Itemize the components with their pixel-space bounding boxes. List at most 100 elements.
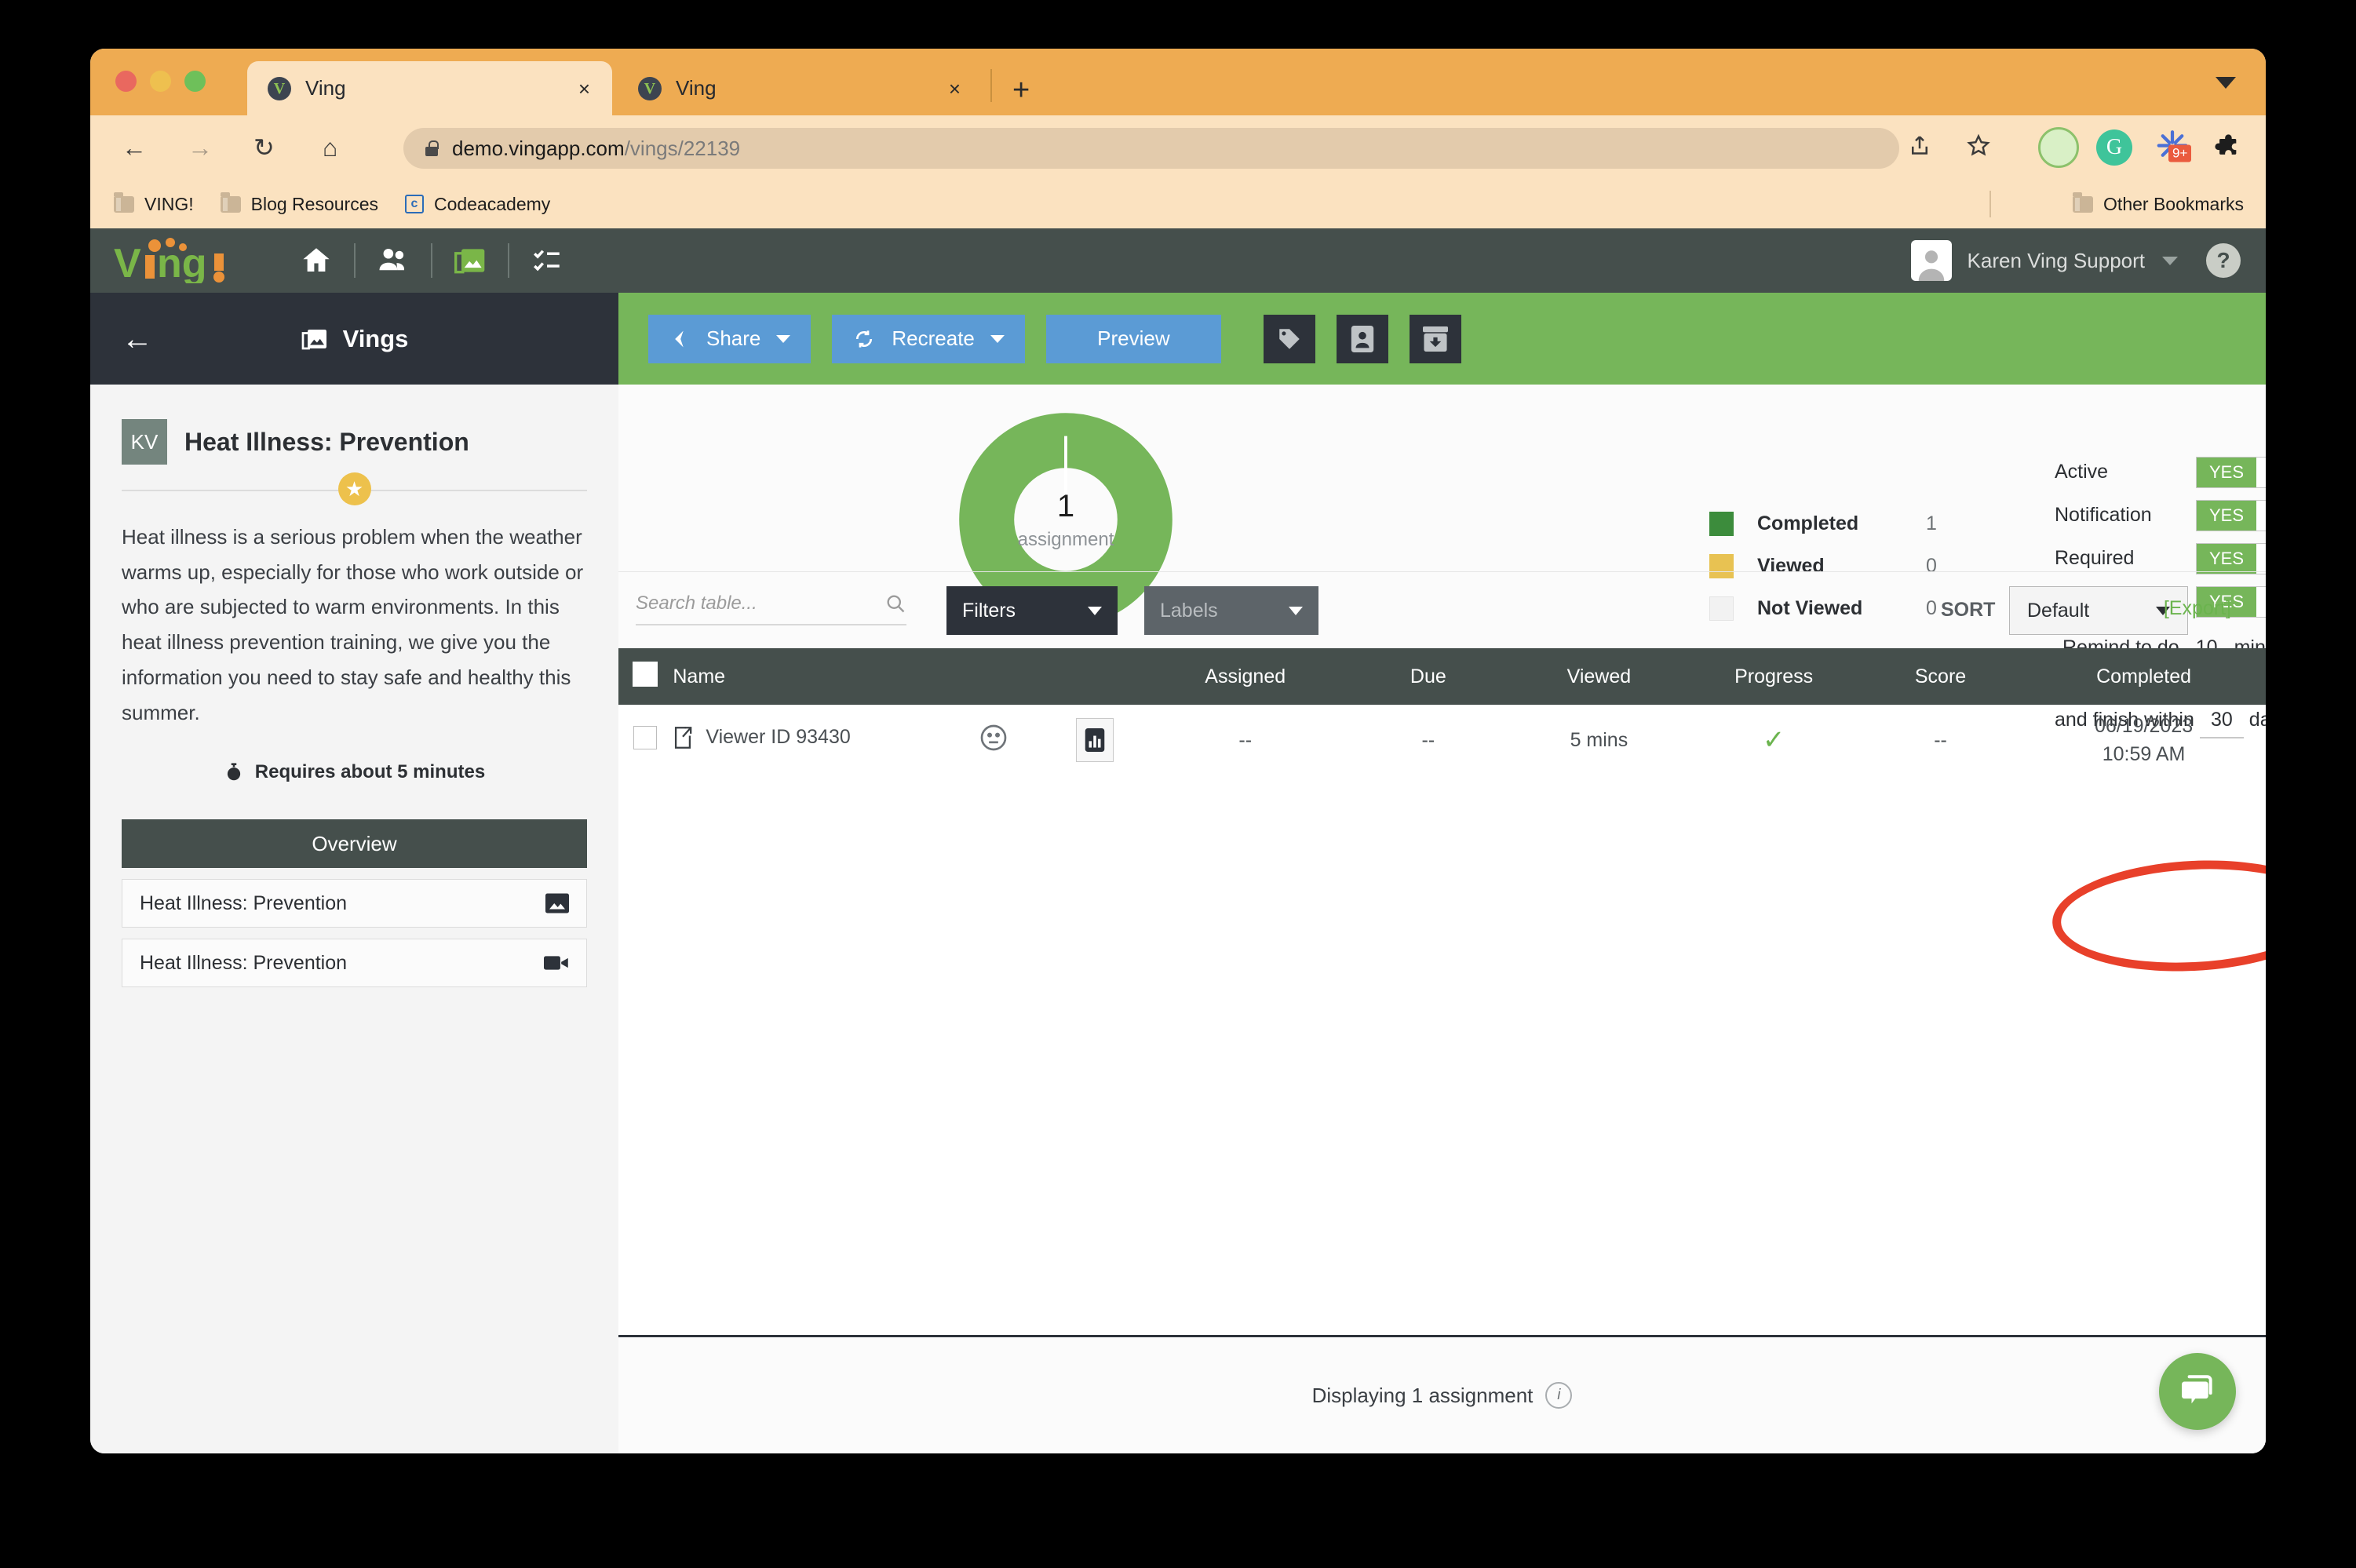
url-domain: demo.vingapp.com	[452, 136, 625, 160]
col-name[interactable]: Name	[672, 648, 941, 705]
address-bar[interactable]: demo.vingapp.com/vings/22139	[403, 128, 1899, 169]
nav-home-button[interactable]	[279, 244, 354, 277]
notification-toggle[interactable]: YES	[2196, 499, 2266, 531]
nav-people-button[interactable]	[356, 244, 431, 277]
setting-label: Active	[2055, 461, 2109, 483]
sidebar-item-slide-2[interactable]: Heat Illness: Prevention	[122, 939, 587, 988]
toggle-value: YES	[2197, 500, 2256, 531]
col-assigned[interactable]: Assigned	[1143, 648, 1348, 705]
table-row[interactable]: Viewer ID 93430 -- -- 5 mins ✓ -- 06/19/…	[618, 705, 2266, 775]
row-completed-time: 10:59 AM	[2102, 743, 2186, 765]
bookmark-blog-resources[interactable]: Blog Resources	[220, 191, 378, 215]
browser-tab-1[interactable]: V Ving ×	[247, 61, 612, 115]
grammar-bug-icon[interactable]	[2038, 127, 2079, 168]
select-all-checkbox[interactable]	[633, 661, 658, 687]
maximize-window-button[interactable]	[184, 71, 206, 92]
recreate-button[interactable]: Recreate	[832, 314, 1025, 363]
filters-dropdown[interactable]: Filters	[946, 586, 1118, 635]
user-menu[interactable]: Karen Ving Support	[1910, 240, 2178, 281]
action-toolbar: Share Recreate Preview	[618, 293, 2266, 385]
bookmark-star-icon[interactable]	[1966, 133, 1991, 162]
contacts-button[interactable]	[1336, 314, 1388, 363]
share-icon	[675, 330, 684, 347]
browser-tab-1-title: Ving	[305, 76, 346, 100]
legend-value: 1	[1926, 512, 1937, 534]
overview-tab[interactable]: Overview	[122, 819, 587, 869]
puzzle-extensions-icon[interactable]	[2214, 133, 2241, 163]
sort-select[interactable]: Default	[2009, 586, 2188, 635]
col-completed[interactable]: Completed	[2022, 648, 2266, 705]
grammarly-icon[interactable]: G	[2096, 129, 2132, 166]
sort-label: SORT	[1941, 599, 1996, 621]
row-completed: 06/19/2023 10:59 AM	[2022, 705, 2266, 775]
col-score[interactable]: Score	[1858, 648, 2022, 705]
help-button[interactable]: ?	[2206, 243, 2241, 278]
close-window-button[interactable]	[115, 71, 137, 92]
required-toggle[interactable]: YES	[2196, 542, 2266, 574]
chevron-down-icon[interactable]	[990, 334, 1005, 343]
bookmark-codeacademy[interactable]: c Codeacademy	[404, 193, 551, 215]
chevron-down-icon[interactable]	[2162, 256, 2178, 265]
folder-icon	[2073, 191, 2094, 213]
forward-button[interactable]: →	[188, 135, 213, 160]
owner-initials-badge: KV	[122, 419, 167, 465]
row-checkbox[interactable]	[633, 725, 658, 749]
tab-divider	[990, 69, 992, 102]
col-progress[interactable]: Progress	[1688, 648, 1859, 705]
labels-dropdown[interactable]: Labels	[1144, 586, 1318, 635]
bookmark-ving[interactable]: VING!	[114, 191, 194, 215]
bookmark-label: Codeacademy	[433, 193, 551, 214]
export-link[interactable]: [Export]	[2164, 597, 2231, 620]
row-completed-date: 06/19/2023	[2095, 714, 2194, 737]
people-icon	[379, 248, 404, 271]
table-header-row: Name Assigned Due Viewed Progress Score …	[618, 648, 2266, 705]
sidebar-item-slide-1[interactable]: Heat Illness: Prevention	[122, 879, 587, 928]
chevron-down-icon[interactable]	[776, 334, 791, 343]
preview-button[interactable]: Preview	[1045, 314, 1221, 363]
other-bookmarks-button[interactable]: Other Bookmarks	[2073, 191, 2244, 215]
svg-text:V: V	[114, 241, 141, 283]
svg-text:ng: ng	[157, 241, 207, 283]
row-stats-button[interactable]	[1076, 718, 1114, 762]
info-icon[interactable]: i	[1545, 1382, 1573, 1409]
chat-button[interactable]	[2159, 1353, 2236, 1430]
col-viewed[interactable]: Viewed	[1509, 648, 1689, 705]
app-header: V ng Karen Ving Support ?	[90, 228, 2266, 293]
share-button[interactable]: Share	[648, 314, 811, 363]
chat-bubble-icon	[2182, 1375, 2212, 1404]
active-toggle[interactable]: YES	[2196, 456, 2266, 488]
codeacademy-icon: c	[404, 195, 424, 213]
avatar	[1910, 240, 1952, 281]
home-button[interactable]: ⌂	[323, 135, 337, 160]
chevron-down-icon	[1088, 606, 1102, 615]
tags-button[interactable]	[1263, 314, 1315, 363]
back-button[interactable]: ←	[122, 135, 147, 160]
row-mood-cell	[940, 705, 1046, 775]
ving-logo[interactable]: V ng	[114, 238, 232, 283]
search-input[interactable]: Search table...	[636, 593, 906, 625]
browser-tab-2[interactable]: V Ving ×	[618, 61, 983, 115]
legend-label: Completed	[1757, 512, 1859, 534]
minimize-window-button[interactable]	[150, 71, 171, 92]
notifications-icon[interactable]: 9+	[2154, 128, 2192, 168]
nav-vings-button[interactable]	[432, 243, 508, 278]
filters-label: Filters	[962, 599, 1016, 622]
new-tab-button[interactable]: +	[1012, 75, 1030, 105]
chevron-down-icon[interactable]	[2216, 77, 2236, 89]
window-traffic-lights	[115, 71, 206, 92]
stopwatch-icon	[227, 763, 240, 781]
share-icon[interactable]	[1908, 133, 1931, 162]
reload-button[interactable]: ↻	[253, 135, 275, 160]
close-icon[interactable]: ×	[949, 78, 961, 99]
browser-tab-strip: V Ving × V Ving × +	[90, 49, 2266, 115]
nav-checklist-button[interactable]	[509, 244, 585, 277]
archive-button[interactable]	[1409, 314, 1461, 363]
row-name: Viewer ID 93430	[706, 726, 851, 749]
row-progress: ✓	[1762, 725, 1785, 755]
legend-item-completed: Completed 1	[1709, 502, 1937, 545]
page-title: Heat Illness: Prevention	[184, 427, 469, 456]
close-icon[interactable]: ×	[578, 78, 590, 99]
browser-window: V Ving × V Ving × + ← → ↻ ⌂ demo.vingapp…	[90, 49, 2266, 1453]
col-due[interactable]: Due	[1347, 648, 1510, 705]
back-button[interactable]: ←	[122, 323, 153, 355]
